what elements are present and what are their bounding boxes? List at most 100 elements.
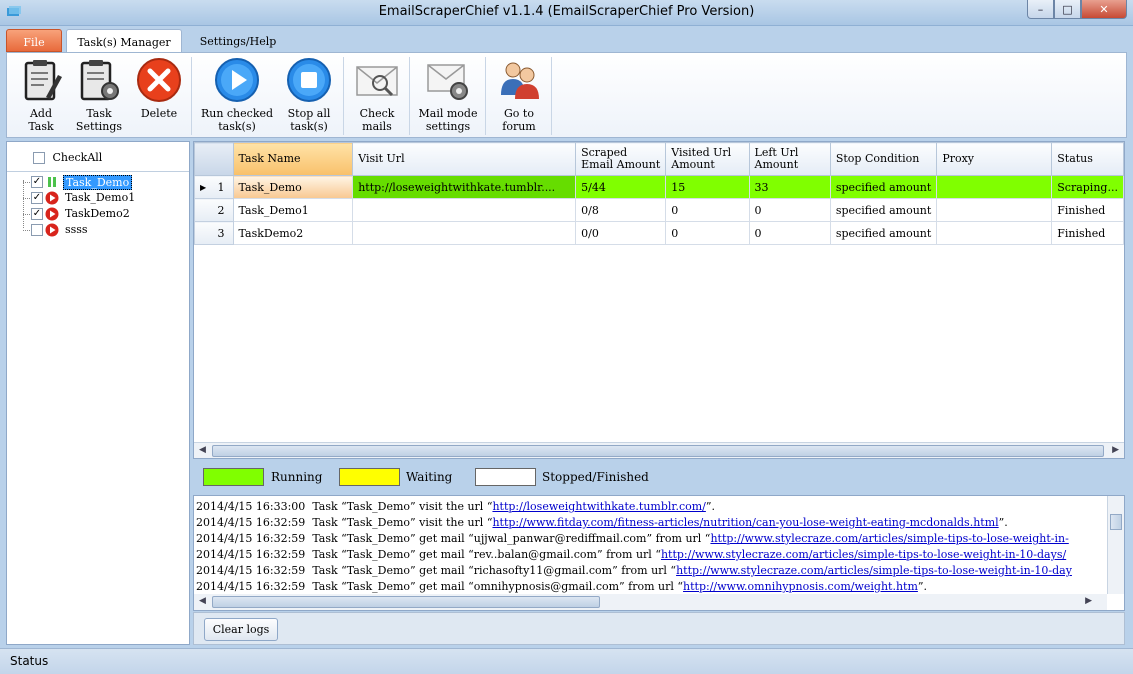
log-link[interactable]: http://www.omnihypnosis.com/weight.htm [683,580,918,593]
row-header[interactable]: 3 [194,221,234,245]
log-vscroll-thumb[interactable] [1110,514,1122,530]
cell-visited[interactable]: 0 [665,198,750,222]
scroll-right-icon[interactable]: ▶ [1112,445,1119,455]
log-link[interactable]: http://loseweightwithkate.tumblr.com/ [492,500,705,513]
cell-left[interactable]: 0 [748,221,831,245]
go-to-forum-label: Go to forum [502,107,536,133]
cell-task-name[interactable]: Task_Demo [232,175,354,199]
cell-visit-url[interactable] [352,221,577,245]
cell-task-name[interactable]: TaskDemo2 [232,221,354,245]
clear-logs-button[interactable]: Clear logs [204,618,278,641]
cell-status[interactable]: Scraping... [1051,175,1124,199]
column-header-scraped-email[interactable]: Scraped Email Amount [575,142,667,176]
maximize-button[interactable]: □ [1054,0,1081,19]
cell-status[interactable]: Finished [1051,198,1124,222]
play-circle-icon [45,191,59,205]
cell-visited[interactable]: 0 [665,221,750,245]
play-circle-icon [45,207,59,221]
table-row[interactable]: ▶ 1 Task_Demo http://loseweightwithkate.t… [194,175,1124,199]
minimize-button[interactable]: – [1027,0,1054,19]
log-vertical-scrollbar[interactable] [1107,496,1124,594]
cell-proxy[interactable] [936,198,1053,222]
tab-settings-help[interactable]: Settings/Help [188,29,288,52]
delete-x-icon [137,58,181,102]
cell-task-name[interactable]: Task_Demo1 [232,198,354,222]
tree-item-task-demo[interactable]: ✓ Task_Demo [7,174,189,190]
cell-visit-url[interactable]: http://loseweightwithkate.tumblr.... [352,175,577,199]
column-header-task-name[interactable]: Task Name [232,142,354,176]
column-header-left-url[interactable]: Left Url Amount [748,142,831,176]
cell-stop-condition[interactable]: specified amount [829,175,938,199]
column-header-stop-condition[interactable]: Stop Condition [829,142,938,176]
cell-stop-condition[interactable]: specified amount [829,198,938,222]
check-mails-button[interactable]: Check mails [349,55,405,135]
tree-checkbox[interactable]: ✓ [31,192,43,204]
cell-left[interactable]: 33 [748,175,831,199]
close-button[interactable]: ✕ [1081,0,1127,19]
add-task-label: Add Task [28,107,54,133]
column-header-visit-url[interactable]: Visit Url [352,142,577,176]
tree-item-label: Task_Demo [63,175,133,190]
mail-mode-settings-button[interactable]: Mail mode settings [415,55,481,135]
check-all-row[interactable]: CheckAll [7,142,189,172]
stop-all-button[interactable]: Stop all task(s) [279,55,339,135]
tree-item-taskdemo2[interactable]: ✓ TaskDemo2 [7,206,189,222]
tab-file[interactable]: File [6,29,62,52]
tree-checkbox[interactable]: ✓ [31,208,43,220]
pause-icon [48,177,56,187]
tree-item-task-demo1[interactable]: ✓ Task_Demo1 [7,190,189,206]
tree-item-ssss[interactable]: ssss [7,222,189,238]
cell-proxy[interactable] [936,175,1053,199]
check-all-checkbox[interactable] [33,152,45,164]
cell-status[interactable]: Finished [1051,221,1124,245]
cell-stop-condition[interactable]: specified amount [829,221,938,245]
go-to-forum-button[interactable]: Go to forum [491,55,547,135]
log-hscroll-thumb[interactable] [212,596,600,608]
task-tree: ✓ Task_Demo ✓ Task_Demo1 ✓ TaskDemo2 sss… [7,172,189,238]
log-line: 2014/4/15 16:32:59 Task “Task_Demo” visi… [196,516,1008,529]
log-horizontal-scrollbar[interactable]: ◀ ▶ [194,594,1107,610]
clipboard-gear-icon [80,60,119,101]
delete-button[interactable]: Delete [133,55,185,135]
column-header-proxy[interactable]: Proxy [936,142,1053,176]
add-task-button[interactable]: Add Task [13,55,69,135]
users-icon [501,62,539,99]
envelope-magnifier-icon [356,66,398,97]
run-checked-button[interactable]: Run checked task(s) [197,55,277,135]
grid-corner[interactable] [194,142,234,176]
log-link[interactable]: http://www.stylecraze.com/articles/simpl… [661,548,1066,561]
status-text: Status [10,654,49,668]
grid-horizontal-scrollbar[interactable]: ◀ ▶ [194,442,1124,458]
log-line: 2014/4/15 16:32:59 Task “Task_Demo” get … [196,532,1069,545]
log-link[interactable]: http://www.stylecraze.com/articles/simpl… [710,532,1068,545]
log-line: 2014/4/15 16:32:59 Task “Task_Demo” get … [196,564,1072,577]
tree-checkbox[interactable] [31,224,43,236]
row-header[interactable]: ▶ 1 [194,175,234,199]
cell-scraped[interactable]: 0/8 [575,198,667,222]
cell-left[interactable]: 0 [748,198,831,222]
cell-visited[interactable]: 15 [665,175,750,199]
log-link[interactable]: http://www.stylecraze.com/articles/simpl… [676,564,1072,577]
grid-scroll-thumb[interactable] [212,445,1104,457]
row-header[interactable]: 2 [194,198,234,222]
cell-proxy[interactable] [936,221,1053,245]
legend-swatch-stopped [475,468,536,486]
cell-visit-url[interactable] [352,198,577,222]
log-line: 2014/4/15 16:33:00 Task “Task_Demo” visi… [196,500,715,513]
table-row[interactable]: 2 Task_Demo1 0/8 0 0 specified amount Fi… [194,198,1124,222]
tree-item-label: ssss [65,223,88,236]
scroll-right-icon[interactable]: ▶ [1085,596,1092,606]
scroll-left-icon[interactable]: ◀ [199,445,206,455]
column-header-visited-url[interactable]: Visited Url Amount [665,142,750,176]
tab-task-manager[interactable]: Task(s) Manager [66,29,182,53]
title-bar: EmailScraperChief v1.1.4 (EmailScraperCh… [0,0,1133,26]
cell-scraped[interactable]: 5/44 [575,175,667,199]
cell-scraped[interactable]: 0/0 [575,221,667,245]
log-link[interactable]: http://www.fitday.com/fitness-articles/n… [492,516,998,529]
table-row[interactable]: 3 TaskDemo2 0/0 0 0 specified amount Fin… [194,221,1124,245]
task-settings-button[interactable]: Task Settings [71,55,127,135]
check-all-label: CheckAll [52,151,103,164]
tree-checkbox[interactable]: ✓ [31,176,43,188]
scroll-left-icon[interactable]: ◀ [199,596,206,606]
column-header-status[interactable]: Status [1051,142,1124,176]
